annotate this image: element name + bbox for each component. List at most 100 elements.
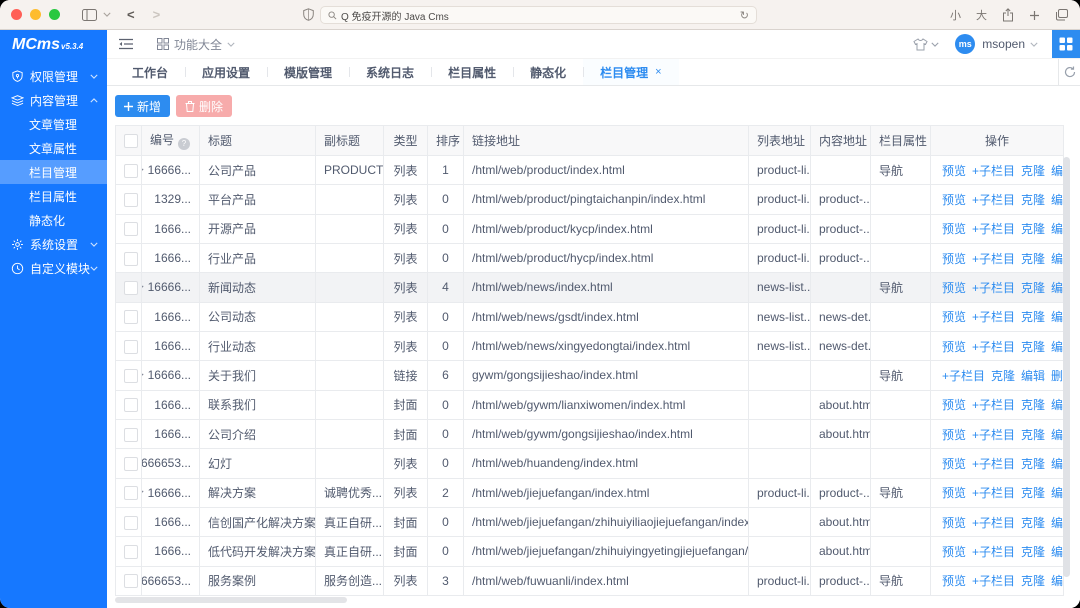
add-button[interactable]: 新增: [115, 95, 170, 117]
action-edit[interactable]: 编辑: [1051, 281, 1063, 295]
action-add-child[interactable]: +子栏目: [972, 340, 1015, 354]
back-button[interactable]: <: [127, 7, 135, 22]
row-checkbox[interactable]: [124, 340, 138, 354]
sidebar-item-permission-management[interactable]: 权限管理: [0, 64, 107, 88]
row-checkbox[interactable]: [124, 369, 138, 383]
vertical-scrollbar[interactable]: [1063, 157, 1070, 577]
share-icon[interactable]: [1002, 8, 1014, 22]
browser-sidebar-toggle-icon[interactable]: [82, 9, 97, 21]
row-checkbox[interactable]: [124, 574, 138, 588]
sidebar-item-static-generate[interactable]: 静态化: [0, 208, 107, 232]
action-edit[interactable]: 编辑: [1051, 193, 1063, 207]
action-add-child[interactable]: +子栏目: [972, 516, 1015, 530]
expand-caret-icon[interactable]: [142, 285, 144, 290]
action-edit[interactable]: 编辑: [1051, 486, 1063, 500]
horizontal-scrollbar[interactable]: [115, 597, 347, 603]
row-checkbox[interactable]: [124, 516, 138, 530]
avatar[interactable]: ms: [955, 34, 975, 54]
row-checkbox[interactable]: [124, 252, 138, 266]
action-preview[interactable]: 预览: [942, 340, 966, 354]
privacy-shield-icon[interactable]: [303, 8, 314, 21]
fullscreen-window-button[interactable]: [49, 9, 60, 20]
action-clone[interactable]: 克隆: [1021, 516, 1045, 530]
action-edit[interactable]: 编辑: [1051, 516, 1063, 530]
menu-fold-icon[interactable]: [119, 38, 133, 50]
action-clone[interactable]: 克隆: [1021, 340, 1045, 354]
sidebar-item-category-management[interactable]: 栏目管理: [0, 160, 107, 184]
row-checkbox[interactable]: [124, 398, 138, 412]
font-smaller-button[interactable]: 小: [950, 7, 961, 23]
action-edit[interactable]: 编辑: [1051, 252, 1063, 266]
tab-category-management[interactable]: 栏目管理×: [583, 59, 678, 85]
action-preview[interactable]: 预览: [942, 486, 966, 500]
close-tab-icon[interactable]: ×: [655, 66, 661, 78]
action-edit[interactable]: 编辑: [1051, 574, 1063, 588]
sidebar-item-custom-module[interactable]: 自定义模块: [0, 256, 107, 280]
action-preview[interactable]: 预览: [942, 516, 966, 530]
tab-category-attributes[interactable]: 栏目属性: [431, 59, 513, 85]
address-bar[interactable]: Q 免疫开源的 Java Cms ↻: [320, 6, 757, 24]
tab-system-logs[interactable]: 系统日志: [349, 59, 431, 85]
row-checkbox[interactable]: [124, 193, 138, 207]
reload-icon[interactable]: ↻: [740, 9, 749, 22]
chevron-down-icon[interactable]: [103, 12, 111, 17]
row-checkbox[interactable]: [124, 457, 138, 471]
action-add-child[interactable]: +子栏目: [972, 398, 1015, 412]
action-add-child[interactable]: +子栏目: [972, 193, 1015, 207]
action-add-child[interactable]: +子栏目: [972, 222, 1015, 236]
username[interactable]: msopen: [982, 37, 1025, 51]
tab-static-generate[interactable]: 静态化: [513, 59, 583, 85]
action-clone[interactable]: 克隆: [1021, 310, 1045, 324]
action-clone[interactable]: 克隆: [1021, 164, 1045, 178]
action-clone[interactable]: 克隆: [1021, 281, 1045, 295]
action-add-child[interactable]: +子栏目: [972, 545, 1015, 559]
action-clone[interactable]: 克隆: [991, 369, 1015, 383]
tab-workbench[interactable]: 工作台: [115, 59, 185, 85]
action-add-child[interactable]: +子栏目: [972, 310, 1015, 324]
action-preview[interactable]: 预览: [942, 457, 966, 471]
row-checkbox[interactable]: [124, 545, 138, 559]
minimize-window-button[interactable]: [30, 9, 41, 20]
select-all-checkbox[interactable]: [124, 134, 138, 148]
sidebar-item-system-settings[interactable]: 系统设置: [0, 232, 107, 256]
action-edit[interactable]: 编辑: [1051, 310, 1063, 324]
action-preview[interactable]: 预览: [942, 428, 966, 442]
action-edit[interactable]: 编辑: [1051, 340, 1063, 354]
action-preview[interactable]: 预览: [942, 222, 966, 236]
action-edit[interactable]: 编辑: [1021, 369, 1045, 383]
action-edit[interactable]: 编辑: [1051, 398, 1063, 412]
action-add-child[interactable]: +子栏目: [972, 457, 1015, 471]
refresh-tab-icon[interactable]: [1058, 59, 1080, 85]
action-clone[interactable]: 克隆: [1021, 222, 1045, 236]
action-add-child[interactable]: +子栏目: [972, 486, 1015, 500]
action-preview[interactable]: 预览: [942, 574, 966, 588]
chevron-down-icon[interactable]: [1030, 42, 1038, 47]
close-window-button[interactable]: [11, 9, 22, 20]
action-preview[interactable]: 预览: [942, 252, 966, 266]
sidebar-item-article-attributes[interactable]: 文章属性: [0, 136, 107, 160]
row-checkbox[interactable]: [124, 428, 138, 442]
tab-template-management[interactable]: 模版管理: [267, 59, 349, 85]
row-checkbox[interactable]: [124, 486, 138, 500]
action-preview[interactable]: 预览: [942, 281, 966, 295]
row-checkbox[interactable]: [124, 164, 138, 178]
action-preview[interactable]: 预览: [942, 545, 966, 559]
info-icon[interactable]: ?: [178, 138, 190, 150]
expand-caret-icon[interactable]: [142, 168, 144, 173]
action-preview[interactable]: 预览: [942, 398, 966, 412]
font-larger-button[interactable]: 大: [976, 7, 987, 23]
row-checkbox[interactable]: [124, 281, 138, 295]
tab-overview-icon[interactable]: [1055, 9, 1068, 21]
action-delete[interactable]: 删除: [1051, 369, 1063, 383]
action-clone[interactable]: 克隆: [1021, 252, 1045, 266]
apps-grid-button[interactable]: [1052, 30, 1080, 58]
action-preview[interactable]: 预览: [942, 193, 966, 207]
action-add-child[interactable]: +子栏目: [972, 252, 1015, 266]
expand-caret-icon[interactable]: [142, 490, 144, 495]
action-add-child[interactable]: +子栏目: [972, 574, 1015, 588]
action-clone[interactable]: 克隆: [1021, 545, 1045, 559]
action-clone[interactable]: 克隆: [1021, 486, 1045, 500]
theme-switcher[interactable]: [913, 38, 939, 51]
action-add-child[interactable]: +子栏目: [942, 369, 985, 383]
action-clone[interactable]: 克隆: [1021, 398, 1045, 412]
